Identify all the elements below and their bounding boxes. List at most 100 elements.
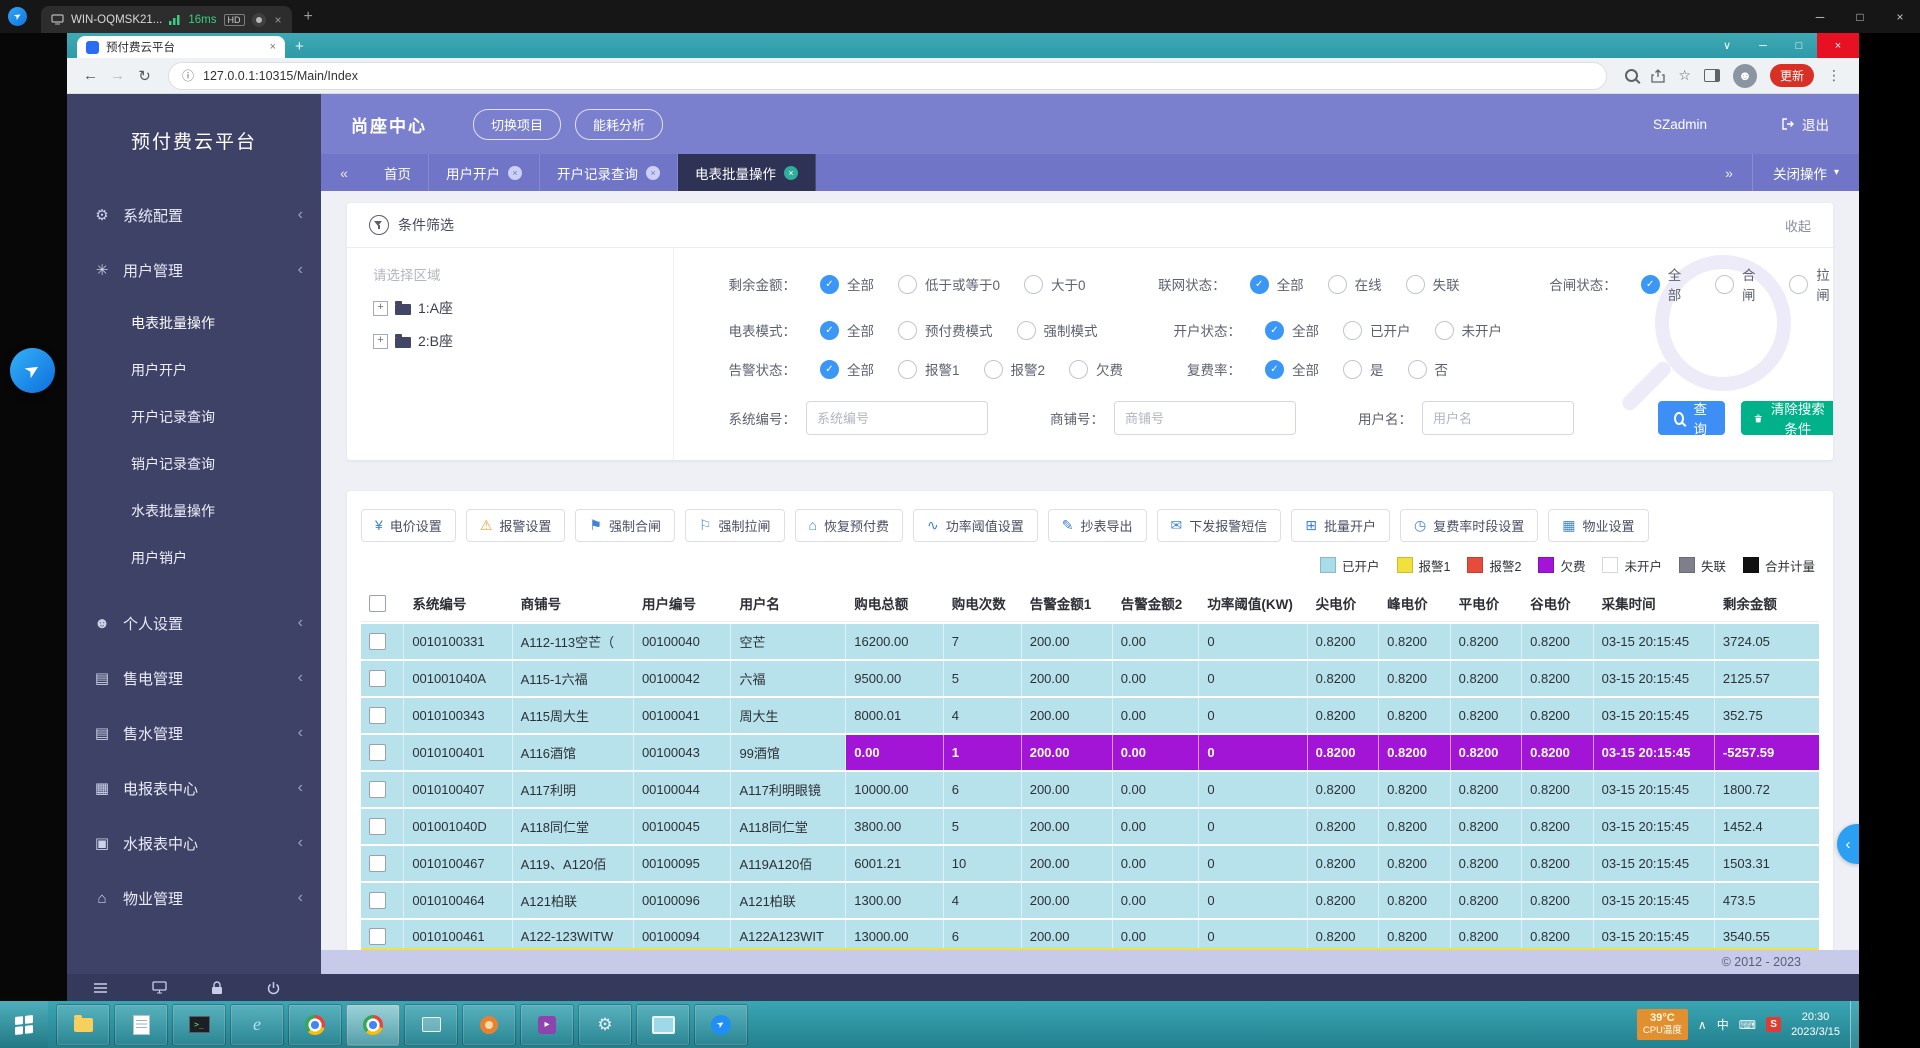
row-checkbox[interactable] xyxy=(369,670,386,687)
batch-open-account-button[interactable]: ⊞批量开户 xyxy=(1291,509,1390,542)
tab-user-open-account[interactable]: 用户开户× xyxy=(429,154,540,191)
filter-option[interactable]: 是 xyxy=(1343,359,1384,379)
table-row[interactable]: 001001040AA115-1六福00100042六福9500.005200.… xyxy=(361,661,1819,696)
sidebar-subitem-user-open-account[interactable]: 用户开户 xyxy=(67,346,321,393)
checkbox-icon[interactable] xyxy=(1024,275,1043,294)
tab-open-record-query[interactable]: 开户记录查询× xyxy=(540,154,678,191)
shop-no-input[interactable] xyxy=(1114,401,1296,435)
expand-icon[interactable]: + xyxy=(373,334,388,349)
new-session-button[interactable]: + xyxy=(304,8,313,26)
checkbox-checked-icon[interactable] xyxy=(820,321,839,340)
keyboard-icon[interactable]: ⌨ xyxy=(1739,1018,1756,1032)
record-icon[interactable] xyxy=(252,13,266,27)
filter-option[interactable]: 已开户 xyxy=(1343,320,1411,340)
input-lang-icon[interactable]: 中 xyxy=(1717,1016,1729,1033)
system-no-input[interactable] xyxy=(806,401,988,435)
checkbox-icon[interactable] xyxy=(898,321,917,340)
row-checkbox[interactable] xyxy=(369,781,386,798)
force-close-switch-button[interactable]: ⚑强制合闸 xyxy=(575,509,675,542)
sidebar-subitem-user-close-account[interactable]: 用户销户 xyxy=(67,534,321,581)
checkbox-icon[interactable] xyxy=(1715,275,1734,294)
filter-option[interactable]: 全部 xyxy=(820,274,874,294)
row-checkbox[interactable] xyxy=(369,633,386,650)
checkbox-icon[interactable] xyxy=(1069,360,1088,379)
filter-option[interactable]: 报警1 xyxy=(898,359,960,379)
price-settings-button[interactable]: ¥电价设置 xyxy=(361,509,456,542)
start-button[interactable] xyxy=(0,1001,48,1048)
checkbox-checked-icon[interactable] xyxy=(1265,321,1284,340)
power-icon[interactable] xyxy=(267,981,280,995)
row-checkbox[interactable] xyxy=(369,892,386,909)
new-tab-button[interactable]: + xyxy=(295,38,304,55)
collapse-link[interactable]: 收起 xyxy=(1785,216,1811,235)
todesk-floating-ball[interactable]: ➤ xyxy=(10,348,55,393)
logout-button[interactable]: 退出 xyxy=(1781,114,1829,134)
table-row[interactable]: 0010100464A121柏联00100096A121柏联1300.00420… xyxy=(361,883,1819,918)
checkbox-checked-icon[interactable] xyxy=(1641,275,1660,294)
table-row[interactable]: 0010100461A122-123WITW00100094A122A123WI… xyxy=(361,920,1819,950)
filter-option[interactable]: 全部 xyxy=(820,320,874,340)
filter-option[interactable]: 拉闸 xyxy=(1789,264,1833,304)
minimize-button[interactable]: ─ xyxy=(1745,33,1781,58)
restore-button[interactable]: □ xyxy=(1781,33,1817,58)
filter-option[interactable]: 全部 xyxy=(820,359,874,379)
bookmark-star-icon[interactable]: ☆ xyxy=(1678,67,1691,84)
file-explorer-icon[interactable] xyxy=(56,1004,110,1046)
switch-project-button[interactable]: 切换项目 xyxy=(473,109,561,140)
filter-option[interactable]: 预付费模式 xyxy=(898,320,993,340)
site-info-icon[interactable]: ⓘ xyxy=(182,67,194,84)
filter-option[interactable]: 强制模式 xyxy=(1017,320,1098,340)
sidebar-item-electricity-report-center[interactable]: ▦电报表中心‹ xyxy=(67,762,321,814)
table-row[interactable]: 0010100401A116酒馆0010004399酒馆0.001200.000… xyxy=(361,735,1819,770)
sidebar-item-electricity-sale[interactable]: ▤售电管理‹ xyxy=(67,652,321,704)
filter-option[interactable]: 在线 xyxy=(1328,274,1382,294)
tab-home[interactable]: 首页 xyxy=(367,154,429,191)
filter-option[interactable]: 欠费 xyxy=(1069,359,1123,379)
filter-option[interactable]: 合闸 xyxy=(1715,264,1765,304)
sidebar-item-personal-settings[interactable]: ☻个人设置‹ xyxy=(67,597,321,649)
sidebar-item-user-management[interactable]: ✳用户管理‹ xyxy=(67,244,321,296)
checkbox-icon[interactable] xyxy=(1406,275,1425,294)
sidebar-item-property-management[interactable]: ⌂物业管理‹ xyxy=(67,872,321,924)
row-checkbox[interactable] xyxy=(369,928,386,945)
forward-button[interactable]: → xyxy=(104,62,131,89)
chrome-active-icon[interactable] xyxy=(346,1004,400,1046)
browser-menu-icon[interactable]: ⋮ xyxy=(1827,67,1841,84)
todesk-icon[interactable] xyxy=(694,1004,748,1046)
chrome-icon[interactable] xyxy=(288,1004,342,1046)
session-close-icon[interactable]: × xyxy=(275,13,282,27)
sidebar-subitem-meter-batch-ops[interactable]: 电表批量操作 xyxy=(67,299,321,346)
maximize-button[interactable]: □ xyxy=(1840,0,1880,33)
remote-session-tab[interactable]: WIN-OQMSK21... 16ms HD × xyxy=(41,6,292,33)
filter-option[interactable]: 全部 xyxy=(1265,359,1319,379)
checkbox-checked-icon[interactable] xyxy=(1265,360,1284,379)
address-bar[interactable]: ⓘ 127.0.0.1:10315/Main/Index xyxy=(168,62,1607,90)
reload-button[interactable]: ↻ xyxy=(131,62,158,89)
ie-icon[interactable] xyxy=(230,1004,284,1046)
display-icon[interactable] xyxy=(636,1004,690,1046)
tab-close-icon[interactable]: × xyxy=(508,166,522,180)
menu-toggle-icon[interactable] xyxy=(93,982,108,994)
table-row[interactable]: 0010100407A117利明00100044A117利明眼镜10000.00… xyxy=(361,772,1819,807)
sidebar-subitem-open-record-query[interactable]: 开户记录查询 xyxy=(67,393,321,440)
sidebar-item-water-sale[interactable]: ▤售水管理‹ xyxy=(67,707,321,759)
checkbox-icon[interactable] xyxy=(898,360,917,379)
profile-avatar[interactable]: ☻ xyxy=(1733,64,1757,88)
filter-option[interactable]: 否 xyxy=(1408,359,1449,379)
tree-node[interactable]: +1:A座 xyxy=(373,298,673,318)
back-button[interactable]: ← xyxy=(77,62,104,89)
checkbox-icon[interactable] xyxy=(1343,321,1362,340)
snipping-tool-icon[interactable] xyxy=(404,1004,458,1046)
show-desktop-button[interactable] xyxy=(1850,1001,1859,1048)
close-button[interactable]: × xyxy=(1817,33,1859,58)
filter-option[interactable]: 全部 xyxy=(1265,320,1319,340)
checkbox-icon[interactable] xyxy=(984,360,1003,379)
clear-search-button[interactable]: 清除搜索条件 xyxy=(1741,401,1833,435)
sogou-input-icon[interactable]: S xyxy=(1766,1017,1781,1032)
table-row[interactable]: 0010100467A119、A120佰00100095A119A120佰600… xyxy=(361,846,1819,881)
tab-search-icon[interactable]: ∨ xyxy=(1709,33,1745,58)
checkbox-icon[interactable] xyxy=(1789,275,1808,294)
close-operations-dropdown[interactable]: 关闭操作 ▾ xyxy=(1752,154,1859,191)
lock-icon[interactable] xyxy=(211,981,223,995)
tree-node[interactable]: +2:B座 xyxy=(373,331,673,351)
